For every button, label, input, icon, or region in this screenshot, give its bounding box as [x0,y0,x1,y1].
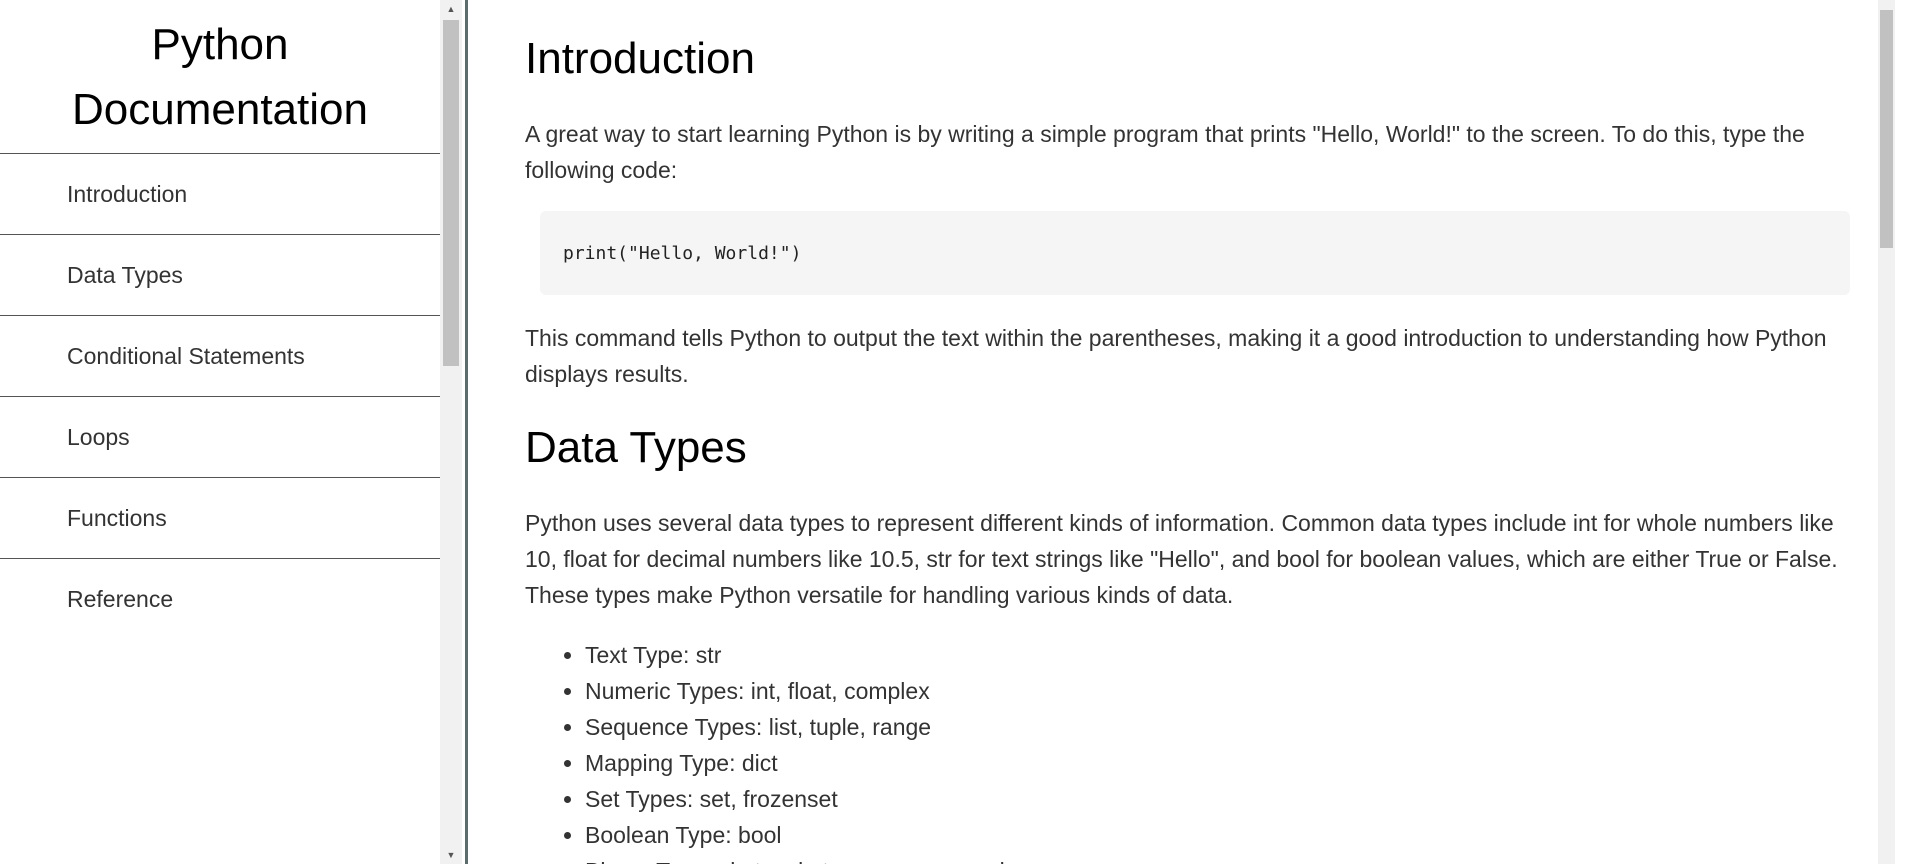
sidebar-item-loops[interactable]: Loops [0,397,440,478]
sidebar: Python Documentation Introduction Data T… [0,0,440,864]
sidebar-nav: Introduction Data Types Conditional Stat… [0,154,440,640]
main-scroll-thumb[interactable] [1880,10,1893,248]
list-item: Set Types: set, frozenset [585,781,1034,817]
sidebar-title-line2: Documentation [72,85,368,134]
sidebar-title: Python Documentation [0,0,440,154]
data-types-list: Text Type: str Numeric Types: int, float… [525,637,1034,864]
sidebar-scrollbar[interactable]: ▲ ▼ [440,0,462,864]
page: Python Documentation Introduction Data T… [0,0,1915,864]
list-item: Text Type: str [585,637,1034,673]
scroll-up-arrow-icon[interactable]: ▲ [440,0,462,18]
sidebar-item-introduction[interactable]: Introduction [0,154,440,235]
list-item: Mapping Type: dict [585,745,1034,781]
sidebar-scroll-thumb[interactable] [443,20,459,366]
sidebar-item-reference[interactable]: Reference [0,559,440,640]
list-item: Numeric Types: int, float, complex [585,673,1034,709]
main-scrollbar[interactable] [1878,0,1895,864]
sidebar-item-conditional-statements[interactable]: Conditional Statements [0,316,440,397]
data-types-heading: Data Types [525,423,747,472]
main-content: Introduction A great way to start learni… [468,0,1895,864]
sidebar-item-data-types[interactable]: Data Types [0,235,440,316]
list-item: Binary Types: bytes, bytearray, memoryvi… [585,853,1034,864]
code-block: print("Hello, World!") [540,211,1850,295]
data-types-paragraph: Python uses several data types to repres… [525,510,1838,608]
sidebar-title-line1: Python [151,20,289,69]
list-item: Boolean Type: bool [585,817,1034,853]
sidebar-item-functions[interactable]: Functions [0,478,440,559]
list-item: Sequence Types: list, tuple, range [585,709,1034,745]
scroll-down-arrow-icon[interactable]: ▼ [440,846,462,864]
introduction-paragraph-2: This command tells Python to output the … [525,325,1827,387]
introduction-paragraph-1: A great way to start learning Python is … [525,121,1805,183]
code-snippet: print("Hello, World!") [563,242,802,264]
introduction-heading: Introduction [525,34,755,83]
